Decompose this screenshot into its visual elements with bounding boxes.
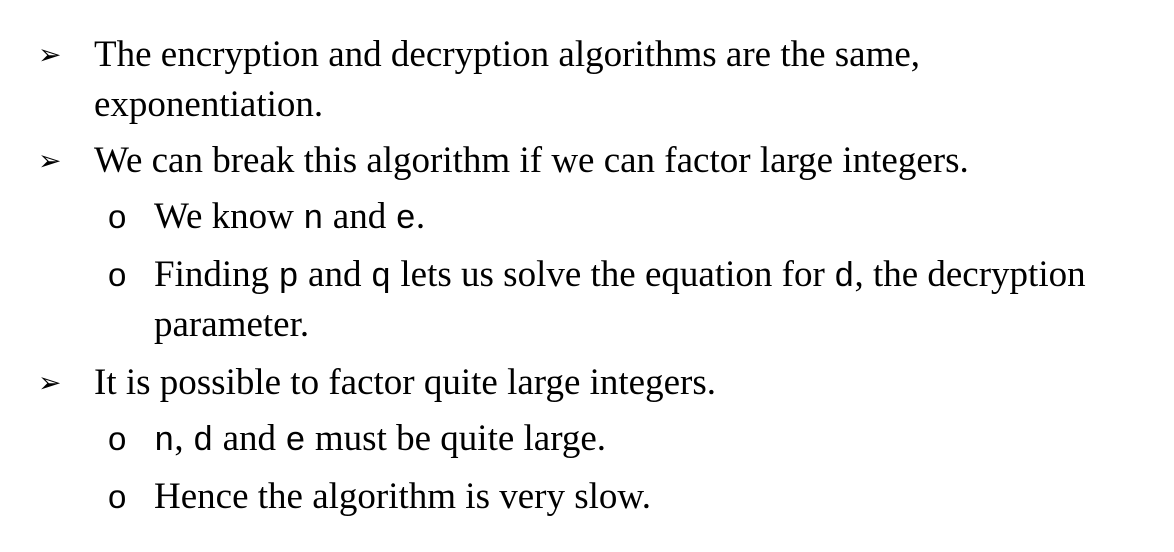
circle-bullet-icon: o xyxy=(108,478,127,515)
bullet-text-line-2: exponentiation. xyxy=(94,84,324,125)
slide-content: ➢ The encryption and decryption algorith… xyxy=(0,0,1174,552)
bullet-text: It is possible to factor quite large int… xyxy=(94,362,716,403)
bullet-text-line-1: The encryption and decryption algorithms… xyxy=(94,34,921,75)
circle-bullet-icon: o xyxy=(108,420,127,457)
subbullet-text: Finding p and q lets us solve the equati… xyxy=(154,254,1086,297)
subbullet-text: We know n and e. xyxy=(154,196,426,239)
circle-bullet-icon: o xyxy=(108,256,127,293)
arrow-bullet-icon: ➢ xyxy=(38,38,62,71)
circle-bullet-icon: o xyxy=(108,198,127,235)
arrow-bullet-icon: ➢ xyxy=(38,366,62,399)
subbullet-text: Hence the algorithm is very slow. xyxy=(154,476,651,517)
subbullet-text-line-2: parameter. xyxy=(154,304,310,345)
bullet-text: We can break this algorithm if we can fa… xyxy=(94,140,969,181)
subbullet-text: n, d and e must be quite large. xyxy=(154,418,607,461)
arrow-bullet-icon: ➢ xyxy=(38,144,62,177)
